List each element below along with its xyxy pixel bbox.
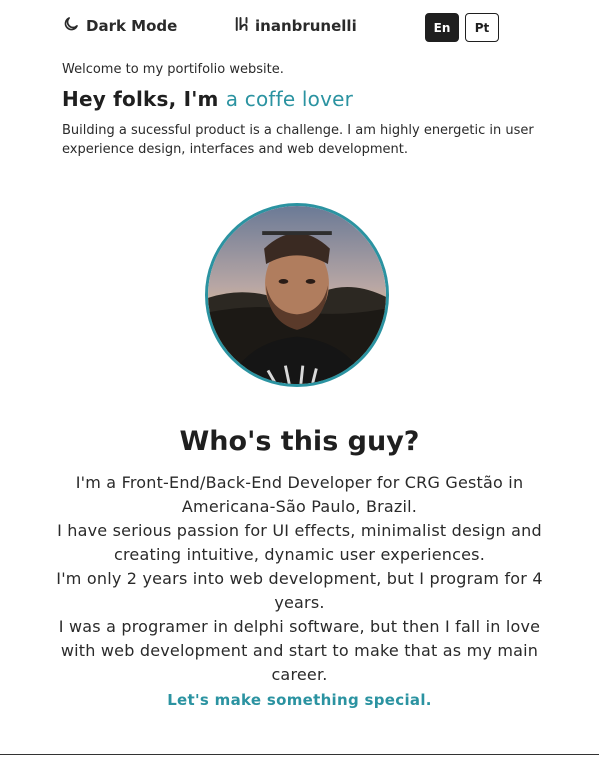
headline-accent: a coffe lover xyxy=(225,87,354,111)
about-section: Who's this guy? I'm a Front-End/Back-End… xyxy=(0,426,599,712)
language-switcher: En Pt xyxy=(425,13,499,42)
bottom-divider xyxy=(0,754,599,755)
cta-link[interactable]: Let's make something special. xyxy=(167,688,432,712)
top-header: Dark Mode inanbrunelli En Pt xyxy=(0,12,599,42)
about-text: I'm a Front-End/Back-End Developer for C… xyxy=(55,471,545,712)
site-logo[interactable]: inanbrunelli xyxy=(233,15,357,37)
about-paragraph: I'm a Front-End/Back-End Developer for C… xyxy=(75,473,524,516)
language-en-button[interactable]: En xyxy=(425,13,459,42)
about-paragraph: I was a programer in delphi software, bu… xyxy=(58,617,541,684)
welcome-text: Welcome to my portifolio website. xyxy=(62,62,284,77)
headline-prefix: Hey folks, I'm xyxy=(62,87,226,111)
about-paragraph: I have serious passion for UI effects, m… xyxy=(57,521,542,564)
logo-text: inanbrunelli xyxy=(255,17,357,35)
dark-mode-label: Dark Mode xyxy=(86,17,178,35)
intro-section: Welcome to my portifolio website. Hey fo… xyxy=(62,62,562,159)
dark-mode-toggle[interactable]: Dark Mode xyxy=(62,15,177,37)
about-title: Who's this guy? xyxy=(179,426,420,457)
tagline: Building a sucessful product is a challe… xyxy=(62,123,534,157)
language-pt-button[interactable]: Pt xyxy=(465,13,499,42)
moon-icon xyxy=(62,15,80,37)
about-paragraph: I'm only 2 years into web development, b… xyxy=(56,569,543,612)
logo-icon xyxy=(233,15,251,37)
profile-photo xyxy=(205,203,389,387)
headline: Hey folks, I'm a coffe lover xyxy=(62,87,562,111)
